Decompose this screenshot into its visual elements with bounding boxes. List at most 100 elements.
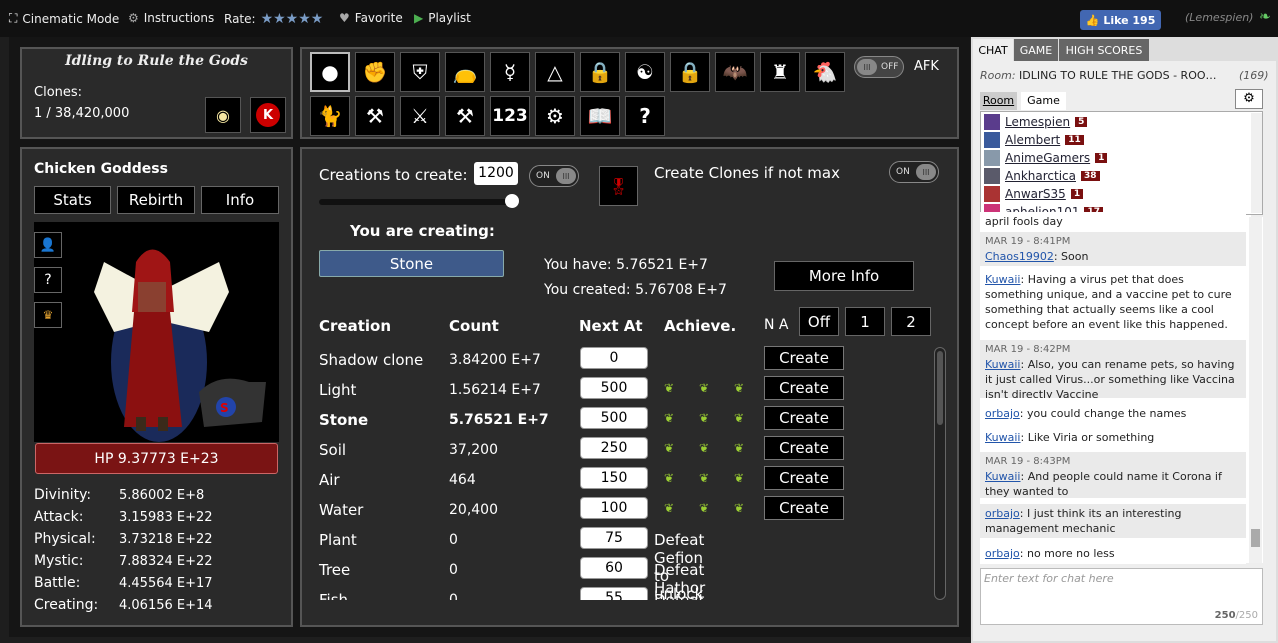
- auto-create-toggle[interactable]: ON III: [529, 165, 579, 187]
- message-author[interactable]: orbajo: [985, 507, 1020, 520]
- next-at-input[interactable]: 250: [580, 437, 648, 459]
- chat-username[interactable]: Lemespien: [1005, 115, 1070, 129]
- message-author[interactable]: Kuwaii: [985, 470, 1021, 483]
- create-button[interactable]: Create: [764, 466, 844, 490]
- create-clones-label: Create Clones if not max: [654, 164, 840, 182]
- user-list-scrollbar[interactable]: [1251, 113, 1262, 213]
- facebook-like-button[interactable]: 👍 Like 195: [1080, 10, 1161, 30]
- messages-scrollbar[interactable]: [1249, 217, 1262, 563]
- afk-toggle[interactable]: III OFF: [854, 56, 904, 78]
- create-button[interactable]: Create: [764, 346, 844, 370]
- tab-stats[interactable]: Stats: [34, 186, 111, 214]
- message-author[interactable]: Kuwaii: [985, 273, 1021, 286]
- scrollbar-thumb[interactable]: [937, 351, 943, 425]
- toolbar-button-r2-3[interactable]: ⚒: [445, 96, 485, 136]
- next-at-input[interactable]: 500: [580, 377, 648, 399]
- chat-message: orbajo: you could change the names: [980, 404, 1246, 424]
- message-author[interactable]: orbajo: [985, 407, 1020, 420]
- help-button[interactable]: ?: [34, 267, 62, 293]
- create-button[interactable]: Create: [764, 376, 844, 400]
- current-creation-select[interactable]: Stone: [319, 250, 504, 277]
- subtab-game[interactable]: Game: [1021, 92, 1066, 110]
- toolbar-button-9[interactable]: 🦇: [715, 52, 755, 92]
- create-button[interactable]: Create: [764, 496, 844, 520]
- toolbar-button-r2-6[interactable]: ?: [625, 96, 665, 136]
- next-at-input[interactable]: 0: [580, 347, 648, 369]
- na-2-button[interactable]: 2: [891, 307, 931, 336]
- toolbar-button-5[interactable]: △: [535, 52, 575, 92]
- create-clones-badge-button[interactable]: 🎖: [599, 166, 638, 206]
- chat-username[interactable]: AnwarS35: [1005, 187, 1066, 201]
- toolbar-button-4[interactable]: ☿: [490, 52, 530, 92]
- message-author[interactable]: Kuwaii: [985, 431, 1021, 444]
- toolbar-button-2[interactable]: ⛨: [400, 52, 440, 92]
- toolbar-button-6[interactable]: 🔒: [580, 52, 620, 92]
- chat-user-row[interactable]: Lemespien 5: [984, 114, 1088, 130]
- toolbar-button-10[interactable]: ♜: [760, 52, 800, 92]
- heart-icon: ♥: [339, 11, 350, 25]
- chat-input[interactable]: Enter text for chat here 250/250: [980, 568, 1263, 625]
- scrollbar-thumb[interactable]: [1251, 529, 1260, 547]
- stat-label: Battle:: [34, 575, 81, 591]
- next-at-input[interactable]: 100: [580, 497, 648, 519]
- cinematic-mode-button[interactable]: ⛶ Cinematic Mode: [9, 11, 119, 26]
- message-author[interactable]: Kuwaii: [985, 358, 1021, 371]
- you-are-creating-label: You are creating:: [350, 222, 495, 240]
- instructions-button[interactable]: ⚙ Instructions: [128, 11, 214, 25]
- light-bulb-button[interactable]: ◉: [205, 97, 241, 133]
- crown-button[interactable]: ♛: [34, 302, 62, 328]
- toolbar-button-r2-2[interactable]: ⚔: [400, 96, 440, 136]
- next-at-input[interactable]: 55: [580, 587, 648, 600]
- subtab-room[interactable]: Room: [980, 92, 1017, 110]
- next-at-input[interactable]: 75: [580, 527, 648, 549]
- goddess-illustration: S: [94, 249, 266, 442]
- chat-settings-button[interactable]: ⚙: [1235, 89, 1263, 109]
- create-clones-toggle[interactable]: ON III: [889, 161, 939, 183]
- toolbar-button-r2-4[interactable]: ⚙: [535, 96, 575, 136]
- create-button[interactable]: Create: [764, 406, 844, 430]
- chat-user-row[interactable]: Ankharctica 38: [984, 168, 1100, 184]
- creations-slider[interactable]: [319, 194, 519, 208]
- chat-user-row[interactable]: AnimeGamers 1: [984, 150, 1108, 166]
- creation-scrollbar[interactable]: [934, 347, 946, 600]
- chat-username[interactable]: Ankharctica: [1005, 169, 1076, 183]
- tab-high-scores[interactable]: HIGH SCORES: [1059, 39, 1149, 61]
- slider-handle[interactable]: [505, 194, 519, 208]
- message-author[interactable]: orbajo: [985, 547, 1020, 560]
- playlist-button[interactable]: ▶ Playlist: [414, 11, 471, 25]
- next-at-input[interactable]: 150: [580, 467, 648, 489]
- toolbar-button-11[interactable]: 🐔: [805, 52, 845, 92]
- kongregate-button[interactable]: K: [250, 97, 286, 133]
- achievement-icon: ❦: [664, 411, 675, 425]
- toolbar-button-7[interactable]: ☯: [625, 52, 665, 92]
- favorite-button[interactable]: ♥ Favorite: [339, 11, 403, 25]
- toolbar-button-1[interactable]: ✊: [355, 52, 395, 92]
- achievement-icon: ❦: [734, 471, 745, 485]
- tab-rebirth[interactable]: Rebirth: [117, 186, 195, 214]
- toolbar-button-8[interactable]: 🔒: [670, 52, 710, 92]
- tab-info[interactable]: Info: [201, 186, 279, 214]
- profile-button[interactable]: 👤: [34, 232, 62, 258]
- rating-stars[interactable]: ★★★★★: [261, 11, 324, 27]
- tab-game[interactable]: GAME: [1014, 39, 1058, 61]
- toolbar-button-0[interactable]: ●: [310, 52, 350, 92]
- next-at-input[interactable]: 60: [580, 557, 648, 579]
- toolbar-button-3[interactable]: 👝: [445, 52, 485, 92]
- creations-to-create-input[interactable]: 1200: [474, 162, 518, 185]
- tab-chat[interactable]: CHAT: [973, 39, 1013, 61]
- ribbon-icon: 🎖: [608, 176, 629, 196]
- na-1-button[interactable]: 1: [845, 307, 885, 336]
- message-author[interactable]: Chaos19902: [985, 250, 1054, 263]
- chat-username[interactable]: Alembert: [1005, 133, 1060, 147]
- toolbar-button-r2-0[interactable]: 🐈: [310, 96, 350, 136]
- more-info-button[interactable]: More Info: [774, 261, 914, 291]
- toolbar-button-r2-5[interactable]: 📖: [580, 96, 620, 136]
- chat-username[interactable]: AnimeGamers: [1005, 151, 1090, 165]
- chat-user-row[interactable]: Alembert 11: [984, 132, 1084, 148]
- na-off-button[interactable]: Off: [799, 307, 839, 336]
- create-button[interactable]: Create: [764, 436, 844, 460]
- next-at-input[interactable]: 500: [580, 407, 648, 429]
- number-format-button[interactable]: 123: [490, 96, 530, 136]
- chat-user-row[interactable]: AnwarS35 1: [984, 186, 1084, 202]
- toolbar-button-r2-1[interactable]: ⚒: [355, 96, 395, 136]
